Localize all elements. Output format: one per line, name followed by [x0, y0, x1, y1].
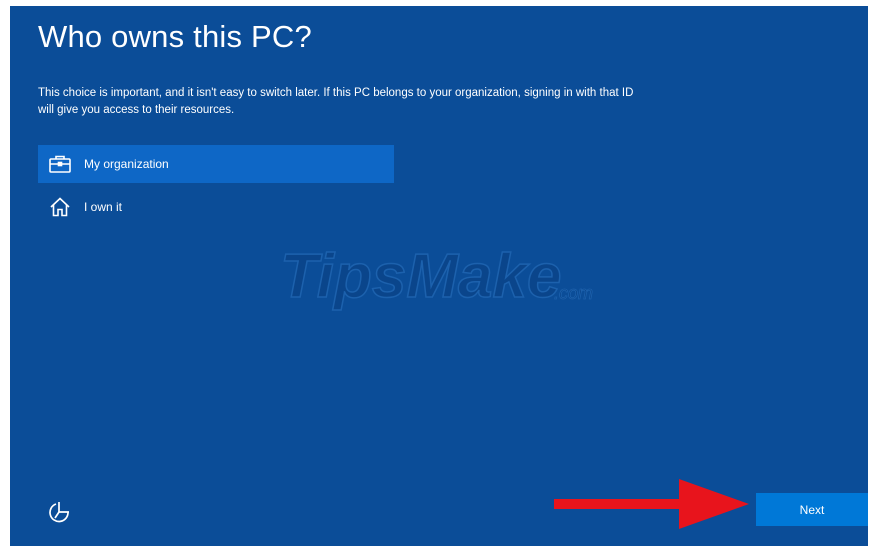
- option-my-organization[interactable]: My organization: [38, 145, 394, 183]
- next-button[interactable]: Next: [756, 493, 868, 526]
- option-i-own-it[interactable]: I own it: [38, 188, 394, 226]
- red-arrow-annotation: [554, 479, 749, 529]
- oobe-screen: Who owns this PC? This choice is importa…: [10, 6, 868, 546]
- page-description: This choice is important, and it isn't e…: [38, 87, 634, 116]
- briefcase-icon: [48, 152, 72, 176]
- option-label: I own it: [84, 200, 123, 214]
- option-label: My organization: [84, 157, 169, 171]
- accessibility-icon[interactable]: [46, 498, 74, 526]
- watermark-suffix: .com: [554, 283, 593, 303]
- watermark-logo: TipsMake .com: [279, 241, 593, 311]
- home-icon: [48, 195, 72, 219]
- page-title: Who owns this PC?: [38, 19, 312, 54]
- watermark-text: TipsMake: [280, 242, 561, 311]
